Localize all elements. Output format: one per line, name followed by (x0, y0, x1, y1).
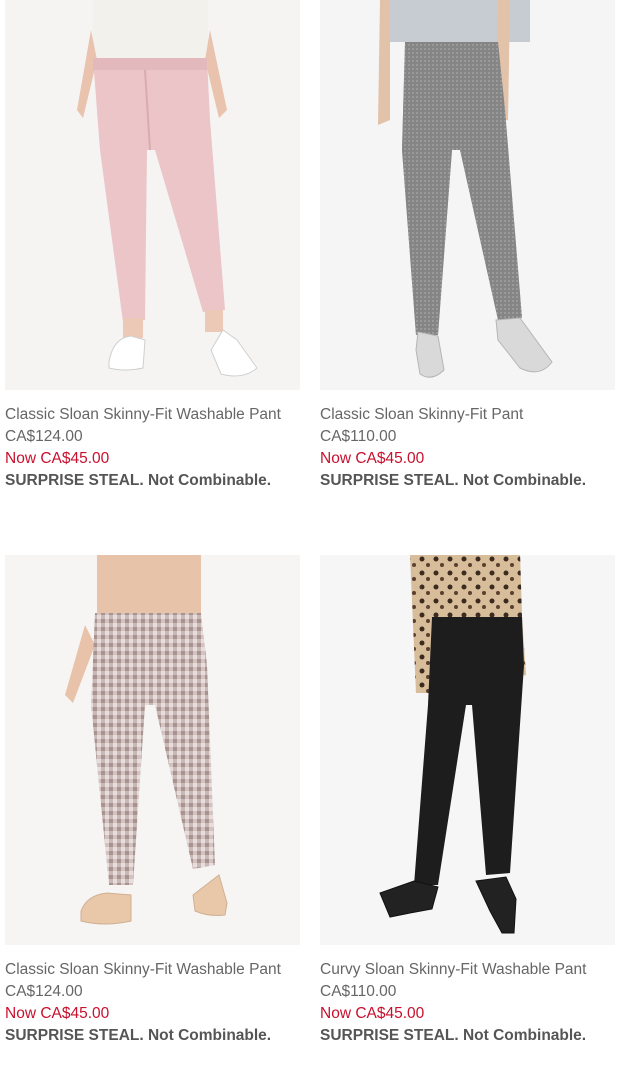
promo-text: SURPRISE STEAL. Not Combinable. (320, 472, 587, 489)
product-name[interactable]: Curvy Sloan Skinny-Fit Washable Pant (320, 959, 615, 981)
product-card[interactable]: Curvy Sloan Skinny-Fit Washable Pant CA$… (320, 555, 615, 1047)
product-image[interactable] (320, 555, 615, 945)
original-price: CA$124.00 (5, 983, 83, 1000)
sale-price: Now CA$45.00 (320, 450, 425, 467)
original-price: CA$124.00 (5, 428, 83, 445)
sale-price: Now CA$45.00 (5, 1005, 110, 1022)
product-card[interactable]: Classic Sloan Skinny-Fit Washable Pant C… (5, 0, 300, 492)
product-name[interactable]: Classic Sloan Skinny-Fit Washable Pant (5, 404, 300, 426)
promo-text: SURPRISE STEAL. Not Combinable. (320, 1027, 587, 1044)
original-price: CA$110.00 (320, 428, 397, 445)
product-image[interactable] (5, 0, 300, 390)
product-name[interactable]: Classic Sloan Skinny-Fit Washable Pant (5, 959, 300, 981)
sale-price: Now CA$45.00 (5, 450, 110, 467)
product-image[interactable] (5, 555, 300, 945)
product-name[interactable]: Classic Sloan Skinny-Fit Pant (320, 404, 615, 426)
sale-price: Now CA$45.00 (320, 1005, 425, 1022)
product-image[interactable] (320, 0, 615, 390)
product-card[interactable]: Classic Sloan Skinny-Fit Pant CA$110.00 … (320, 0, 615, 492)
promo-text: SURPRISE STEAL. Not Combinable. (5, 472, 272, 489)
promo-text: SURPRISE STEAL. Not Combinable. (5, 1027, 272, 1044)
original-price: CA$110.00 (320, 983, 397, 1000)
product-card[interactable]: Classic Sloan Skinny-Fit Washable Pant C… (5, 555, 300, 1047)
